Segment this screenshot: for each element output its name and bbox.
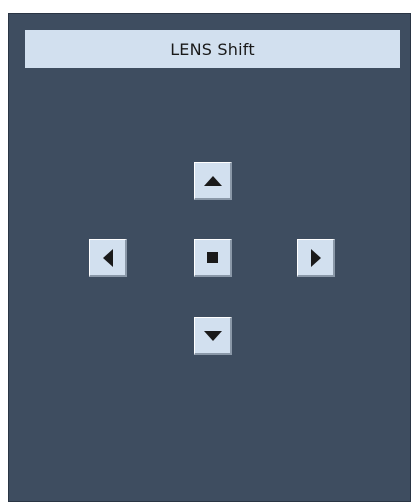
triangle-down-icon [203, 330, 222, 341]
shift-right-button[interactable] [297, 239, 335, 277]
triangle-left-icon [102, 248, 113, 267]
triangle-up-icon [203, 175, 222, 186]
shift-up-button[interactable] [194, 162, 232, 200]
triangle-right-icon [310, 248, 321, 267]
square-stop-icon [207, 252, 218, 263]
shift-down-button[interactable] [194, 317, 232, 355]
shift-center-button[interactable] [194, 239, 232, 277]
lens-shift-panel: LENS Shift [8, 13, 411, 502]
panel-title: LENS Shift [25, 30, 400, 68]
shift-left-button[interactable] [89, 239, 127, 277]
